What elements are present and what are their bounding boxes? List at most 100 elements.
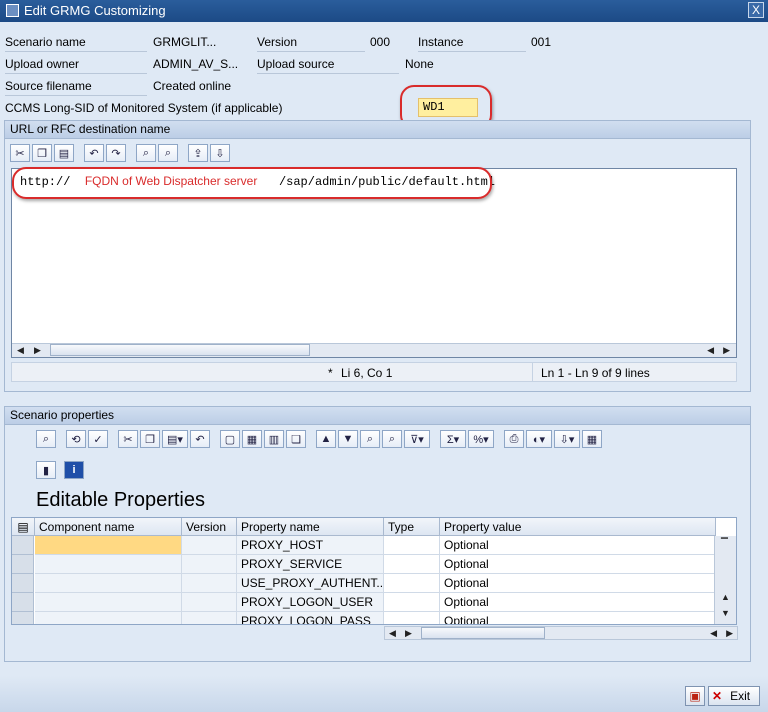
info-icon[interactable]: i — [64, 461, 84, 479]
table-vscroll[interactable]: ▔ ▲ ▼ — [714, 536, 736, 624]
scroll-right-icon[interactable]: ▶ — [34, 345, 41, 356]
properties-group-title: Scenario properties — [5, 407, 750, 425]
upload-source-label: Upload source — [257, 57, 399, 74]
instance-label: Instance — [418, 35, 526, 52]
sort-desc-icon[interactable]: ▼ — [338, 430, 358, 448]
source-filename-label: Source filename — [5, 79, 147, 96]
window-icon — [6, 4, 19, 17]
status-divider — [532, 363, 533, 381]
cut-row-icon[interactable]: ✂ — [118, 430, 138, 448]
table-scroll-left-icon[interactable]: ◀ — [389, 628, 396, 639]
property-cell: USE_PROXY_AUTHENT... — [237, 574, 386, 593]
scenario-name-label: Scenario name — [5, 35, 147, 52]
find-icon[interactable]: ⌕ — [136, 144, 156, 162]
insert-row-icon[interactable]: ▦ — [242, 430, 262, 448]
ccms-label: CCMS Long-SID of Monitored System (if ap… — [5, 101, 283, 115]
url-group-title: URL or RFC destination name — [5, 121, 750, 139]
find-next-row-icon[interactable]: ⌕ — [382, 430, 402, 448]
modified-marker: * — [328, 366, 333, 380]
details-icon[interactable]: ⌕ — [36, 430, 56, 448]
component-cell[interactable] — [35, 593, 182, 612]
property-cell: PROXY_LOGON_USER — [237, 593, 384, 612]
copy-row-icon[interactable]: ❐ — [140, 430, 160, 448]
column-header-type[interactable]: Type — [384, 518, 440, 536]
value-cell[interactable]: Optional — [440, 555, 716, 574]
component-cell[interactable] — [35, 536, 182, 555]
filter-icon[interactable]: ⊽▾ — [404, 430, 430, 448]
upload-owner-value: ADMIN_AV_S... — [153, 57, 239, 71]
sort-asc-icon[interactable]: ▲ — [316, 430, 336, 448]
views-icon[interactable]: ◐▾ — [526, 430, 552, 448]
undo-row-icon[interactable]: ↶ — [190, 430, 210, 448]
upload-icon[interactable]: ⇪ — [188, 144, 208, 162]
upload-source-value: None — [405, 57, 434, 71]
table-scroll-right-end-icon[interactable]: ▶ — [726, 628, 733, 639]
row-selector[interactable] — [12, 536, 34, 555]
row-selector[interactable] — [12, 555, 34, 574]
editor-hscroll[interactable]: ◀ ▶ ◀ ▶ — [12, 343, 736, 357]
redo-icon[interactable]: ↷ — [106, 144, 126, 162]
value-cell[interactable]: Optional — [440, 536, 716, 555]
select-all-icon[interactable]: ▤ — [12, 518, 35, 536]
row-selector[interactable] — [12, 574, 34, 593]
version-cell — [182, 593, 237, 612]
column-header-property[interactable]: Property name — [237, 518, 384, 536]
sum-icon[interactable]: Σ▾ — [440, 430, 466, 448]
exit-icon: ✕ — [712, 689, 723, 703]
component-cell[interactable] — [35, 574, 182, 593]
table-scroll-right-icon[interactable]: ▶ — [405, 628, 412, 639]
scroll-left-icon[interactable]: ◀ — [17, 345, 24, 356]
component-cell[interactable] — [35, 555, 182, 574]
save-icon: ▣ — [689, 689, 701, 703]
row-selector[interactable] — [12, 612, 34, 624]
scroll-down-icon[interactable]: ▼ — [721, 608, 730, 618]
check-icon[interactable]: ✓ — [88, 430, 108, 448]
version-cell — [182, 536, 237, 555]
editor-scroll-thumb[interactable] — [50, 344, 310, 356]
scroll-up-icon[interactable]: ▲ — [721, 592, 730, 602]
paste-row-icon[interactable]: ▤▾ — [162, 430, 188, 448]
print-icon[interactable]: ⎙ — [504, 430, 524, 448]
delete-row-icon[interactable]: ▥ — [264, 430, 284, 448]
export-icon[interactable]: ⇩▾ — [554, 430, 580, 448]
row-selector[interactable] — [12, 593, 34, 612]
paste-icon[interactable]: ▤ — [54, 144, 74, 162]
refresh-icon[interactable]: ⟲ — [66, 430, 86, 448]
table-row: PROXY_LOGON_PASS Optional — [12, 612, 716, 624]
find-next-icon[interactable]: ⌕ — [158, 144, 178, 162]
exit-button[interactable]: ✕ Exit — [708, 686, 760, 706]
save-button[interactable]: ▣ — [685, 686, 705, 706]
source-filename-value: Created online — [153, 79, 232, 93]
table-scroll-thumb[interactable] — [421, 627, 545, 639]
duplicate-row-icon[interactable]: ❏ — [286, 430, 306, 448]
table-row: PROXY_HOST Optional — [12, 536, 716, 555]
column-header-value[interactable]: Property value — [440, 518, 716, 536]
window-title: Edit GRMG Customizing — [24, 3, 166, 18]
chart-icon[interactable]: ▮ — [36, 461, 56, 479]
cut-icon[interactable]: ✂ — [10, 144, 30, 162]
scroll-left-end-icon[interactable]: ◀ — [707, 345, 714, 356]
column-header-component[interactable]: Component name — [35, 518, 182, 536]
value-cell[interactable]: Optional — [440, 593, 716, 612]
new-row-icon[interactable]: ▢ — [220, 430, 240, 448]
property-cell: PROXY_SERVICE — [237, 555, 384, 574]
value-cell[interactable]: Optional — [440, 574, 716, 593]
scroll-top-icon[interactable]: ▔ — [721, 538, 728, 549]
version-cell — [182, 574, 237, 593]
column-header-version[interactable]: Version — [182, 518, 237, 536]
close-button[interactable]: X — [748, 2, 764, 18]
value-cell[interactable]: Optional — [440, 612, 716, 624]
layout-grid-icon[interactable]: ▦ — [582, 430, 602, 448]
type-cell — [384, 555, 440, 574]
find-row-icon[interactable]: ⌕ — [360, 430, 380, 448]
scroll-right-end-icon[interactable]: ▶ — [723, 345, 730, 356]
copy-icon[interactable]: ❐ — [32, 144, 52, 162]
subtotal-icon[interactable]: %▾ — [468, 430, 494, 448]
version-label: Version — [257, 35, 365, 52]
table-scroll-left-end-icon[interactable]: ◀ — [710, 628, 717, 639]
download-icon[interactable]: ⇩ — [210, 144, 230, 162]
type-cell — [384, 574, 440, 593]
table-hscroll[interactable]: ◀ ▶ ◀ ▶ — [384, 626, 738, 640]
undo-icon[interactable]: ↶ — [84, 144, 104, 162]
component-cell[interactable] — [35, 612, 182, 624]
